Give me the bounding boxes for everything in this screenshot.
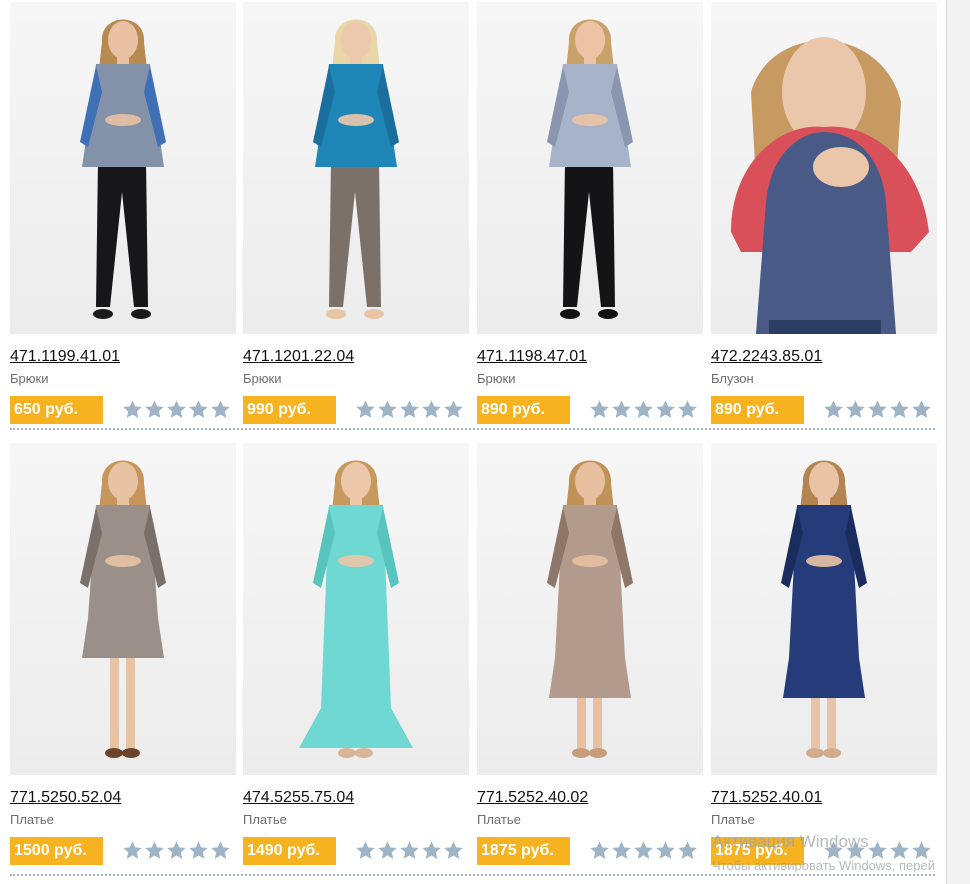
- star-icon[interactable]: [377, 840, 398, 861]
- star-icon[interactable]: [845, 399, 866, 420]
- star-icon[interactable]: [589, 399, 610, 420]
- product-photo[interactable]: [10, 443, 236, 775]
- star-icon[interactable]: [443, 399, 464, 420]
- rating-stars[interactable]: [122, 399, 231, 420]
- product-sku-link[interactable]: 472.2243.85.01: [711, 348, 822, 366]
- star-icon[interactable]: [845, 840, 866, 861]
- product-photo[interactable]: [477, 2, 703, 334]
- product-price-badge: 1500 руб.: [10, 837, 103, 865]
- star-icon[interactable]: [589, 840, 610, 861]
- star-icon[interactable]: [611, 399, 632, 420]
- star-icon[interactable]: [355, 840, 376, 861]
- star-icon[interactable]: [867, 840, 888, 861]
- star-icon[interactable]: [188, 399, 209, 420]
- product-category: Платье: [477, 812, 521, 827]
- star-icon[interactable]: [421, 840, 442, 861]
- product-category: Платье: [711, 812, 755, 827]
- product-price-badge: 990 руб.: [243, 396, 336, 424]
- star-icon[interactable]: [421, 399, 442, 420]
- star-icon[interactable]: [210, 399, 231, 420]
- star-icon[interactable]: [911, 399, 932, 420]
- rating-stars[interactable]: [823, 840, 932, 861]
- star-icon[interactable]: [166, 840, 187, 861]
- star-icon[interactable]: [655, 399, 676, 420]
- star-icon[interactable]: [399, 399, 420, 420]
- star-icon[interactable]: [611, 840, 632, 861]
- star-icon[interactable]: [122, 840, 143, 861]
- star-icon[interactable]: [443, 840, 464, 861]
- product-photo[interactable]: [10, 2, 236, 334]
- scrollbar-track[interactable]: [946, 0, 970, 884]
- product-photo[interactable]: [711, 2, 937, 334]
- product-photo[interactable]: [243, 2, 469, 334]
- product-sku-link[interactable]: 474.5255.75.04: [243, 789, 354, 807]
- star-icon[interactable]: [210, 840, 231, 861]
- star-icon[interactable]: [633, 840, 654, 861]
- product-sku-link[interactable]: 471.1198.47.01: [477, 348, 587, 366]
- product-category: Брюки: [477, 371, 516, 386]
- product-price-badge: 890 руб.: [477, 396, 570, 424]
- star-icon[interactable]: [377, 399, 398, 420]
- product-sku-link[interactable]: 771.5250.52.04: [10, 789, 121, 807]
- product-sku-link[interactable]: 471.1199.41.01: [10, 348, 120, 366]
- product-category: Брюки: [10, 371, 49, 386]
- row-divider: [10, 428, 935, 430]
- product-category: Платье: [243, 812, 287, 827]
- rating-stars[interactable]: [589, 840, 698, 861]
- star-icon[interactable]: [823, 399, 844, 420]
- star-icon[interactable]: [655, 840, 676, 861]
- star-icon[interactable]: [677, 840, 698, 861]
- product-photo[interactable]: [711, 443, 937, 775]
- product-category: Блузон: [711, 371, 754, 386]
- star-icon[interactable]: [188, 840, 209, 861]
- product-price-badge: 1490 руб.: [243, 837, 336, 865]
- product-category: Брюки: [243, 371, 282, 386]
- star-icon[interactable]: [823, 840, 844, 861]
- product-price-badge: 1875 руб.: [711, 837, 804, 865]
- rating-stars[interactable]: [355, 399, 464, 420]
- star-icon[interactable]: [677, 399, 698, 420]
- star-icon[interactable]: [144, 840, 165, 861]
- rating-stars[interactable]: [122, 840, 231, 861]
- product-sku-link[interactable]: 771.5252.40.01: [711, 789, 822, 807]
- star-icon[interactable]: [633, 399, 654, 420]
- product-price-badge: 1875 руб.: [477, 837, 570, 865]
- star-icon[interactable]: [144, 399, 165, 420]
- rating-stars[interactable]: [355, 840, 464, 861]
- product-photo[interactable]: [243, 443, 469, 775]
- product-price-badge: 650 руб.: [10, 396, 103, 424]
- star-icon[interactable]: [166, 399, 187, 420]
- rating-stars[interactable]: [589, 399, 698, 420]
- star-icon[interactable]: [867, 399, 888, 420]
- product-sku-link[interactable]: 771.5252.40.02: [477, 789, 588, 807]
- product-price-badge: 890 руб.: [711, 396, 804, 424]
- product-photo[interactable]: [477, 443, 703, 775]
- star-icon[interactable]: [889, 399, 910, 420]
- star-icon[interactable]: [889, 840, 910, 861]
- row-divider: [10, 874, 935, 876]
- star-icon[interactable]: [122, 399, 143, 420]
- product-category: Платье: [10, 812, 54, 827]
- star-icon[interactable]: [399, 840, 420, 861]
- rating-stars[interactable]: [823, 399, 932, 420]
- star-icon[interactable]: [911, 840, 932, 861]
- star-icon[interactable]: [355, 399, 376, 420]
- product-sku-link[interactable]: 471.1201.22.04: [243, 348, 354, 366]
